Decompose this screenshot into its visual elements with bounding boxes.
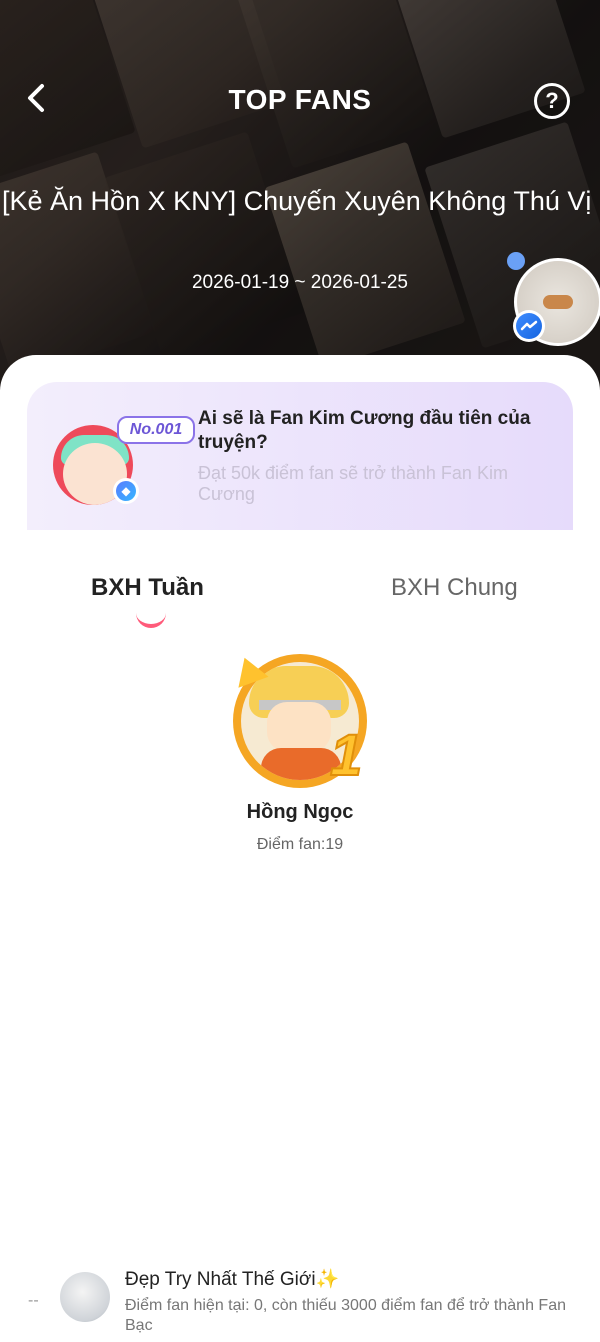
banner-subtitle: Đạt 50k điểm fan sẽ trở thành Fan Kim Cư… <box>198 463 508 504</box>
tab-overall-ranking[interactable]: BXH Chung <box>391 574 518 602</box>
top-fan-points: Điểm fan:19 <box>256 836 344 853</box>
tab-weekly-ranking[interactable]: BXH Tuần <box>91 574 204 602</box>
current-user-info: Điểm fan hiện tại: 0, còn thiếu 3000 điể… <box>125 1297 566 1334</box>
diamond-icon: ◆ <box>113 478 139 504</box>
notification-dot <box>507 252 525 270</box>
current-user-name: Đẹp Try Nhất Thế Giới✨ <box>125 1269 340 1290</box>
date-range: 2026-01-19 ~ 2026-01-25 <box>191 272 409 293</box>
story-title: [Kẻ Ăn Hồn X KNY] Chuyến Xuyên Không Thú… <box>2 186 592 216</box>
top-fan-name: Hồng Ngọc <box>246 801 354 823</box>
messenger-icon[interactable] <box>513 310 545 342</box>
rank-number: 1 <box>329 722 363 789</box>
current-user-rank: -- <box>28 1292 39 1309</box>
banner-title: Ai sẽ là Fan Kim Cương đầu tiên của truy… <box>198 408 531 453</box>
question-icon: ? <box>545 88 559 113</box>
rank-badge: No.001 <box>117 416 195 444</box>
current-user-avatar[interactable] <box>60 1272 110 1322</box>
page-title: TOP FANS <box>228 84 372 115</box>
help-button[interactable]: ? <box>534 83 570 119</box>
